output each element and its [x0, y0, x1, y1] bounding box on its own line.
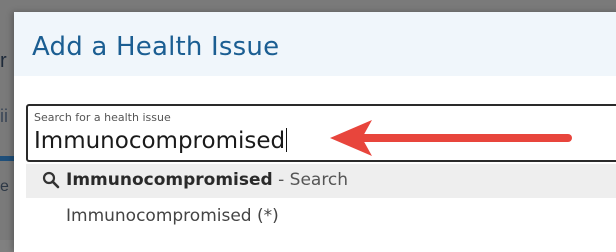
dialog-title: Add a Health Issue — [32, 32, 280, 62]
search-result-label: Immunocompromised (*) — [66, 206, 279, 226]
search-icon — [42, 171, 60, 189]
search-result-term: Immunocompromised — [66, 170, 273, 190]
search-input-value[interactable]: Immunocompromised — [34, 128, 288, 154]
search-result-item-search[interactable]: Immunocompromised - Search — [26, 164, 616, 198]
search-input-text: Immunocompromised — [34, 128, 286, 154]
search-result-item[interactable]: Immunocompromised (*) — [26, 200, 616, 234]
search-results-dropdown: Immunocompromised - Search Immunocomprom… — [26, 164, 616, 244]
search-result-suffix: - Search — [278, 170, 349, 190]
text-caret — [286, 128, 288, 152]
search-result-text: Immunocompromised - Search — [66, 170, 348, 190]
search-input-label: Search for a health issue — [34, 111, 171, 124]
dialog-header: Add a Health Issue — [14, 12, 616, 76]
arrow-left-icon — [330, 120, 572, 156]
